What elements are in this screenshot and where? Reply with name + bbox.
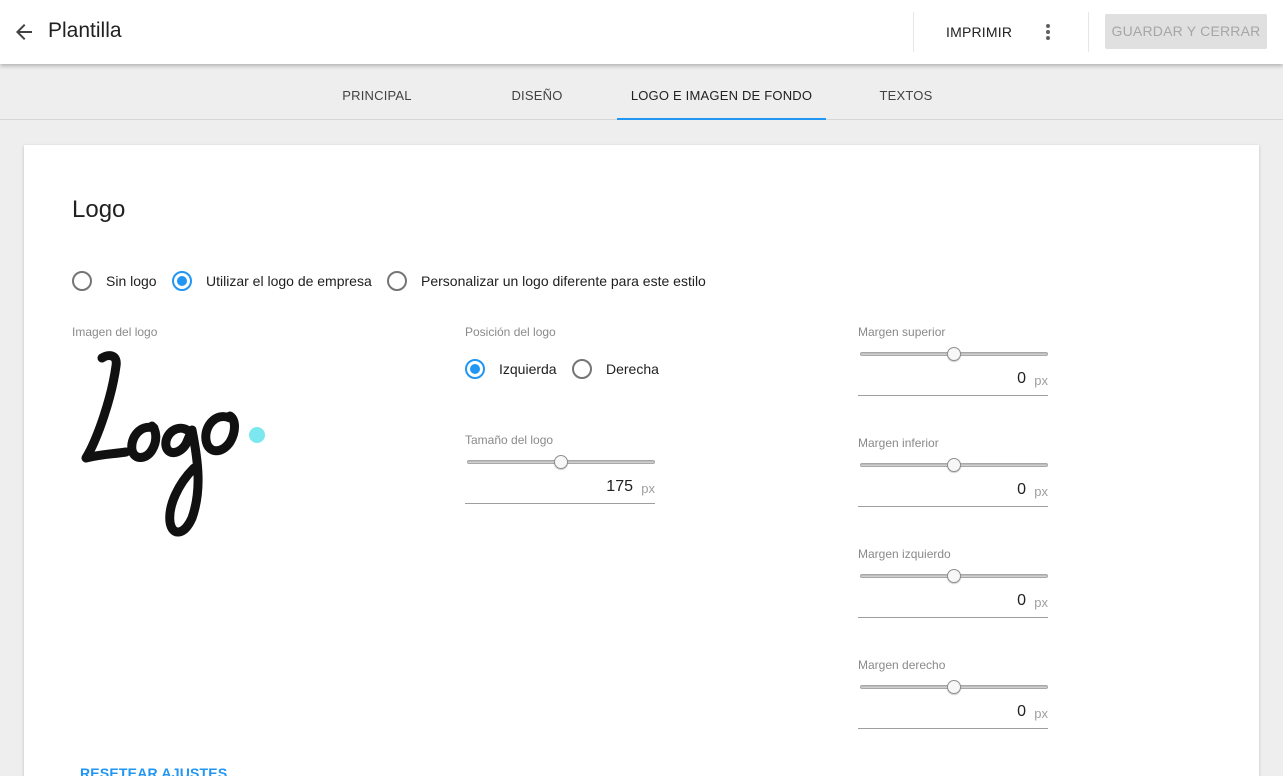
radio-no-logo-label[interactable]: Sin logo — [106, 273, 157, 289]
margin-top-label: Margen superior — [858, 325, 946, 339]
section-title: Logo — [72, 196, 126, 223]
logo-size-input[interactable] — [483, 478, 633, 496]
back-arrow-icon[interactable] — [12, 20, 36, 44]
margin-top-field: px — [858, 368, 1048, 396]
margin-left-slider[interactable] — [860, 566, 1048, 586]
margin-bottom-slider[interactable] — [860, 455, 1048, 475]
radio-position-right[interactable] — [572, 359, 592, 379]
logo-image-label: Imagen del logo — [72, 325, 158, 339]
radio-company-logo-label[interactable]: Utilizar el logo de empresa — [206, 273, 372, 289]
tab-textos[interactable]: TEXTOS — [866, 64, 946, 120]
slider-thumb[interactable] — [947, 347, 961, 361]
top-app-bar: Plantilla IMPRIMIR GUARDAR Y CERRAR — [0, 0, 1283, 64]
logo-size-slider[interactable] — [467, 452, 655, 472]
margin-bottom-field: px — [858, 479, 1048, 507]
radio-custom-logo-label[interactable]: Personalizar un logo diferente para este… — [421, 273, 706, 289]
margin-bottom-input[interactable] — [876, 481, 1026, 499]
tab-principal[interactable]: PRINCIPAL — [327, 64, 427, 120]
margin-left-input[interactable] — [876, 592, 1026, 610]
tab-bar: PRINCIPAL DISEÑO LOGO E IMAGEN DE FONDO … — [0, 64, 1283, 120]
logo-script-graphic — [81, 351, 265, 537]
margin-left-field: px — [858, 590, 1048, 618]
page-title: Plantilla — [48, 19, 122, 42]
slider-thumb[interactable] — [554, 455, 568, 469]
radio-position-right-label[interactable]: Derecha — [606, 361, 659, 377]
active-tab-indicator — [617, 118, 826, 120]
logo-size-field: px — [465, 476, 655, 504]
margin-top-input[interactable] — [876, 370, 1026, 388]
unit-label: px — [1034, 484, 1048, 499]
radio-company-logo[interactable] — [172, 271, 192, 291]
margin-right-label: Margen derecho — [858, 658, 946, 672]
unit-label: px — [1034, 373, 1048, 388]
unit-label: px — [1034, 706, 1048, 721]
slider-thumb[interactable] — [947, 458, 961, 472]
margin-right-field: px — [858, 701, 1048, 729]
slider-thumb[interactable] — [947, 680, 961, 694]
print-button[interactable]: IMPRIMIR — [932, 16, 1026, 48]
logo-size-label: Tamaño del logo — [465, 433, 554, 447]
logo-settings-card: Logo Sin logo Utilizar el logo de empres… — [24, 145, 1259, 776]
more-vert-icon[interactable] — [1036, 20, 1060, 44]
divider — [913, 12, 914, 52]
unit-label: px — [1034, 595, 1048, 610]
radio-position-left-label[interactable]: Izquierda — [499, 361, 557, 377]
divider — [1088, 12, 1089, 52]
margin-right-input[interactable] — [876, 703, 1026, 721]
radio-custom-logo[interactable] — [387, 271, 407, 291]
slider-thumb[interactable] — [947, 569, 961, 583]
tab-diseno[interactable]: DISEÑO — [487, 64, 587, 120]
margin-top-slider[interactable] — [860, 344, 1048, 364]
margin-right-slider[interactable] — [860, 677, 1048, 697]
tab-logo-e-imagen-de-fondo[interactable]: LOGO E IMAGEN DE FONDO — [617, 64, 826, 120]
radio-position-left[interactable] — [465, 359, 485, 379]
unit-label: px — [641, 481, 655, 496]
radio-no-logo[interactable] — [72, 271, 92, 291]
margin-bottom-label: Margen inferior — [858, 436, 939, 450]
logo-image[interactable] — [80, 350, 270, 540]
margin-left-label: Margen izquierdo — [858, 547, 951, 561]
reset-settings-button[interactable]: RESETEAR AJUSTES — [80, 765, 227, 776]
logo-position-label: Posición del logo — [465, 325, 556, 339]
save-and-close-button[interactable]: GUARDAR Y CERRAR — [1105, 14, 1267, 49]
